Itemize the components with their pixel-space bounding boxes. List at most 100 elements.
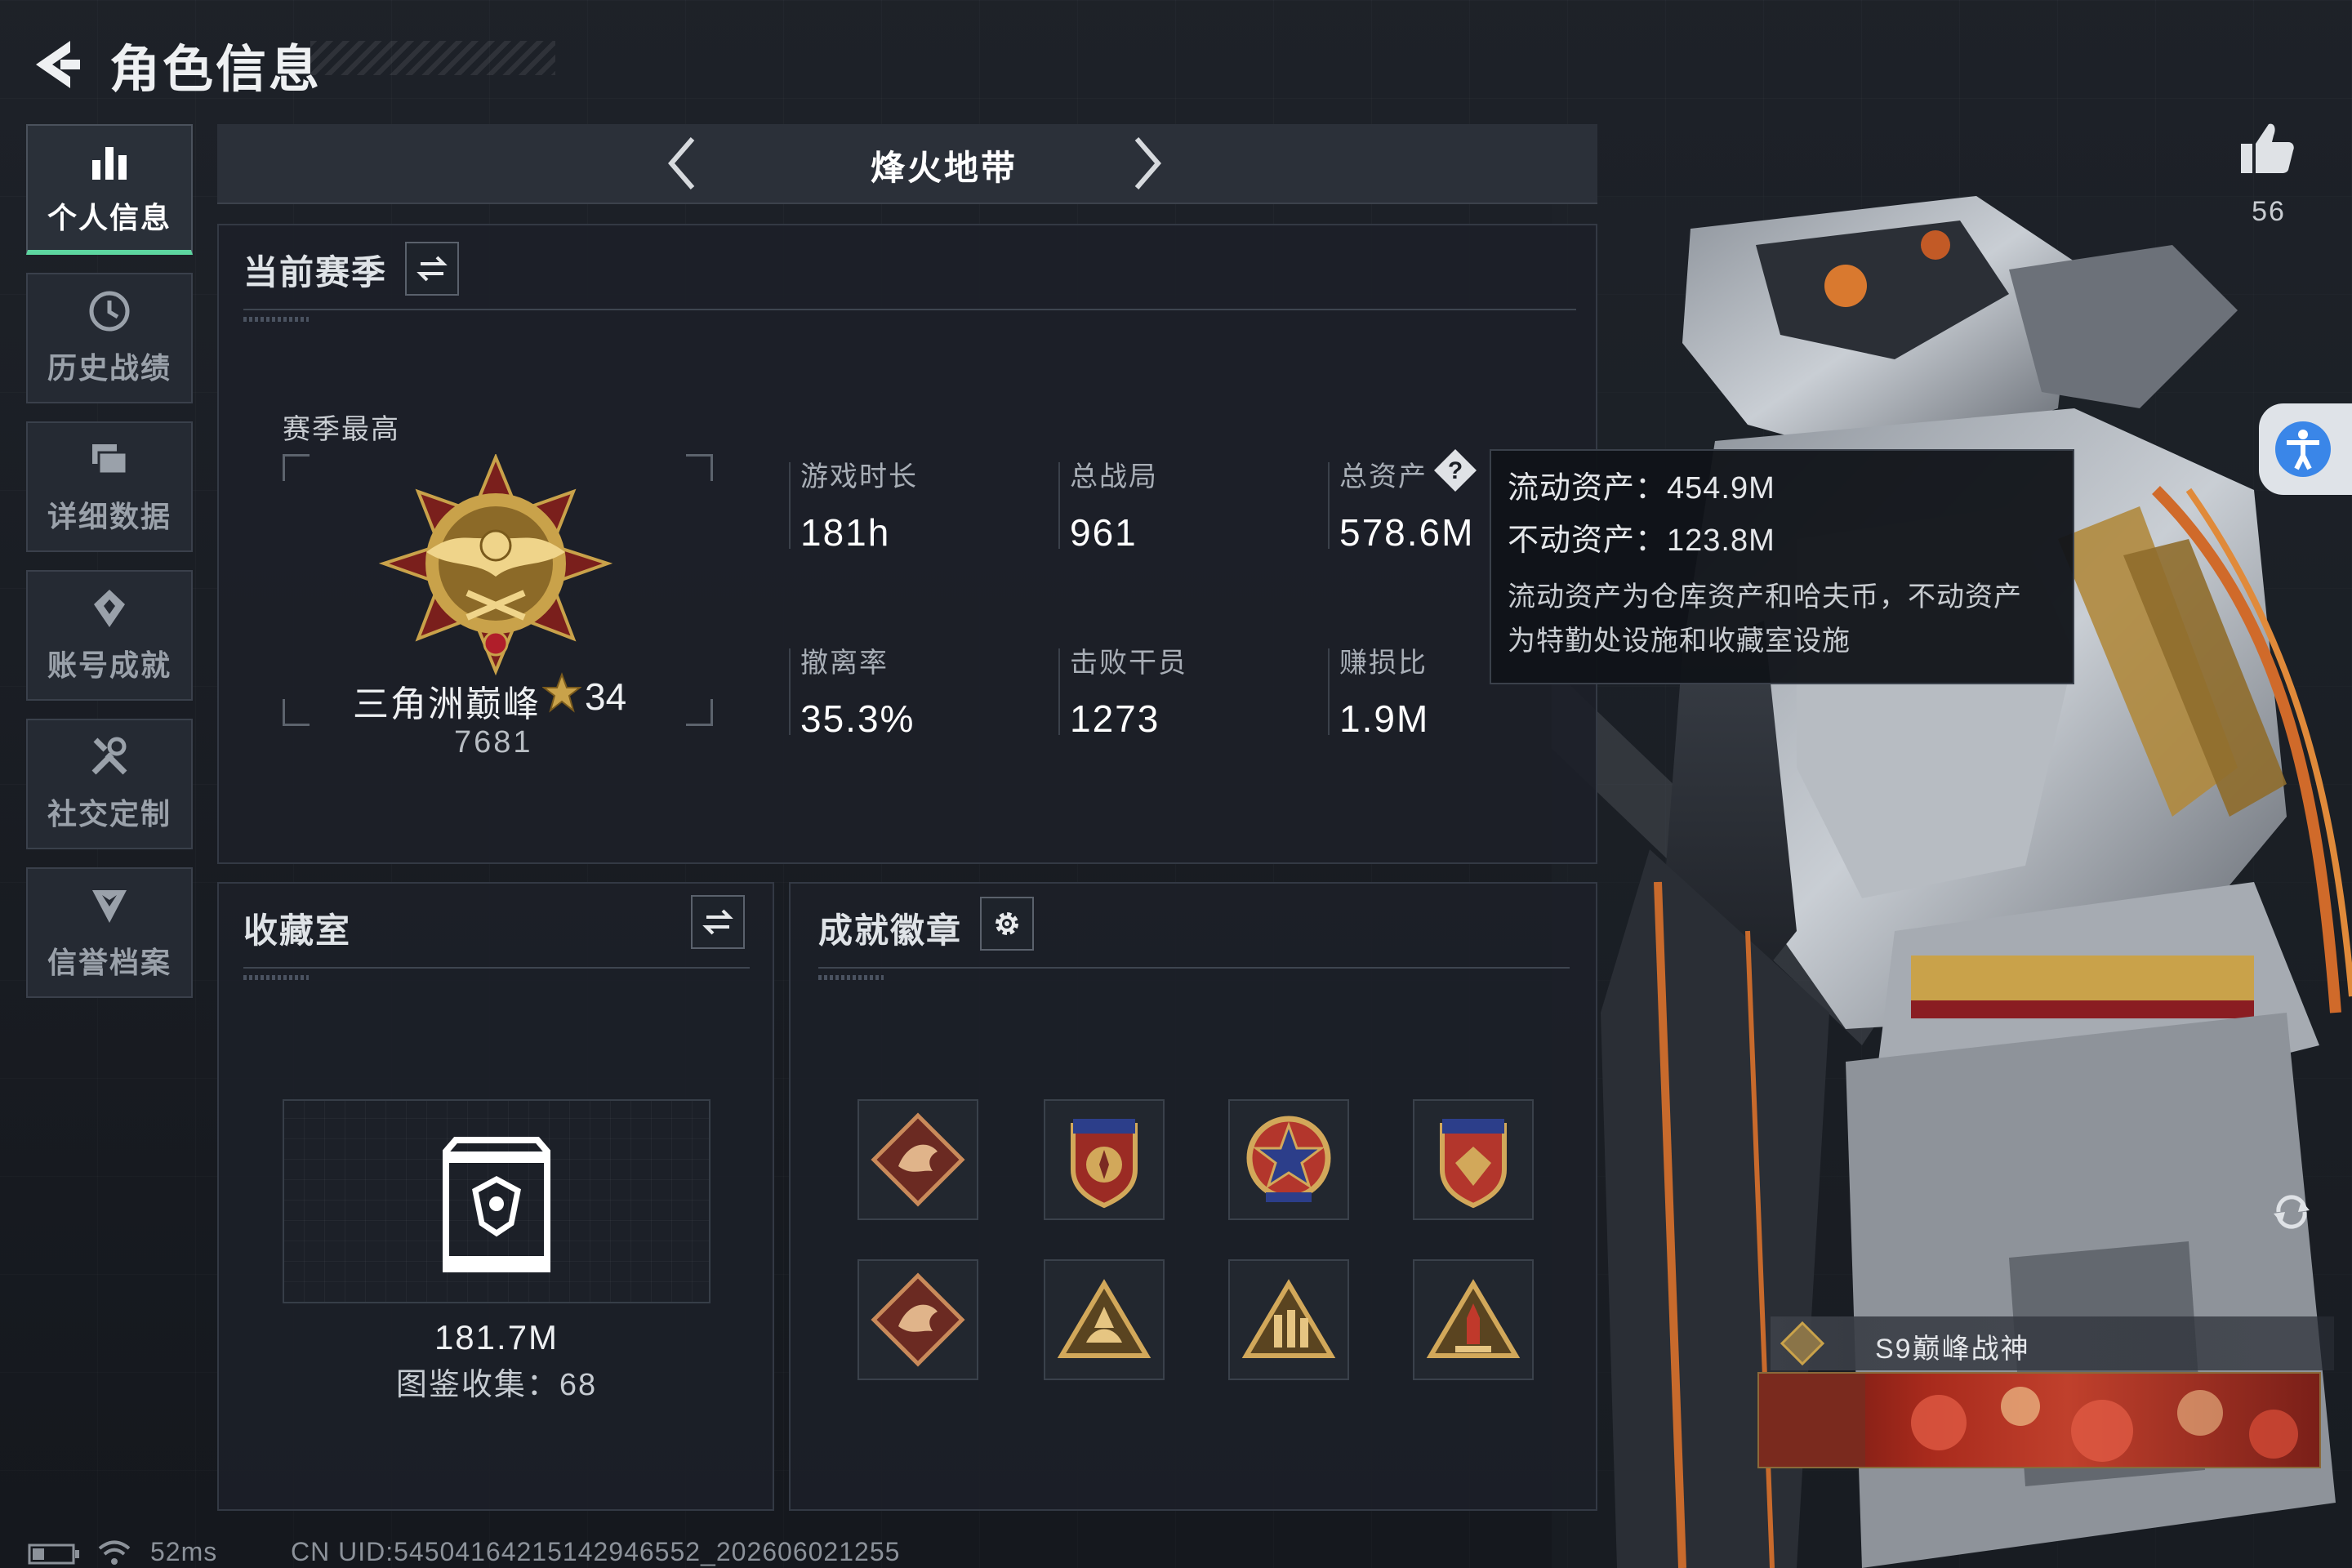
stat-divider [1328, 462, 1330, 549]
triangle-rocket-badge-icon [1426, 1279, 1521, 1358]
chevron-right-icon [1134, 137, 1161, 189]
question-diamond-icon: ? [1434, 449, 1477, 492]
rank-name: 三角洲巅峰 [353, 684, 541, 724]
nav-item-social-custom[interactable]: 社交定制 [26, 719, 193, 849]
tools-icon [91, 737, 127, 775]
badge-slot[interactable] [1413, 1259, 1534, 1380]
nav-item-personal-info[interactable]: 个人信息 [26, 124, 193, 255]
svg-text:?: ? [1448, 457, 1463, 484]
dragon-diamond-badge-icon [871, 1272, 965, 1367]
star-medal-badge-icon [1246, 1116, 1331, 1202]
gear-icon [996, 912, 1018, 935]
stat-value: 578.6M [1339, 511, 1475, 554]
badge-slot[interactable] [1228, 1259, 1349, 1380]
mode-tab-bar: 烽火地带 [217, 124, 1597, 204]
nav-item-label: 账号成就 [47, 648, 172, 682]
rank-star-icon [542, 672, 581, 713]
season-panel-title: 当前赛季 [243, 253, 388, 292]
stat-extract-rate: 撤离率 35.3% [789, 640, 915, 741]
next-mode-button[interactable] [1114, 132, 1176, 194]
history-clock-icon [89, 291, 130, 332]
player-uid: CN UID:5450416421514294655­2_20260602125… [291, 1537, 901, 1566]
stat-label: 游戏时长 [800, 461, 918, 492]
shield-stars-badge-icon [1071, 1119, 1138, 1209]
badge-slot[interactable] [858, 1099, 978, 1220]
folders-icon [92, 444, 128, 475]
frame-corner [686, 699, 713, 726]
stat-divider [789, 462, 791, 549]
title-emblem-icon [1780, 1321, 1825, 1366]
back-arrow-icon [36, 41, 80, 88]
triangle-soldiers-badge-icon [1241, 1279, 1336, 1358]
mode-title: 烽火地带 [870, 149, 1018, 187]
display-case-icon [443, 1137, 550, 1272]
stat-value: 35.3% [800, 697, 915, 740]
assets-help-button[interactable]: ? [1432, 448, 1478, 493]
like-count: 56 [2252, 196, 2286, 227]
stat-value: 1273 [1070, 697, 1160, 740]
nav-item-label: 历史战绩 [47, 351, 172, 385]
page-title: 角色信息 [109, 42, 323, 98]
badge-slot[interactable] [858, 1259, 978, 1380]
season-best-label: 赛季最高 [283, 414, 400, 445]
network-ping: 52ms [150, 1537, 218, 1566]
nav-item-label: 社交定制 [47, 797, 172, 831]
badge-slot[interactable] [1044, 1259, 1165, 1380]
title-decoration [310, 41, 555, 75]
shield-stars-red-badge-icon [1440, 1119, 1507, 1209]
rotate-icon [2274, 1195, 2310, 1229]
collection-display-case[interactable] [283, 1099, 710, 1303]
stat-label: 撤离率 [800, 648, 889, 679]
rank-level: 34 [585, 675, 627, 718]
back-button[interactable] [28, 36, 85, 93]
badges-settings-button[interactable] [980, 897, 1034, 951]
rank-emblem-icon [378, 454, 613, 676]
swap-arrows-icon [702, 909, 733, 935]
stat-label: 赚损比 [1339, 648, 1428, 679]
thumbs-up-icon [2241, 123, 2294, 173]
player-title-tag [1771, 1316, 2334, 1370]
collection-switch-button[interactable] [691, 895, 745, 949]
player-card-banner [1757, 1372, 2321, 1468]
badges-title-decoration [818, 975, 884, 980]
nav-item-achievements[interactable]: 账号成就 [26, 570, 193, 701]
collection-title-decoration [243, 975, 309, 980]
stat-divider [1328, 648, 1330, 735]
badge-slot[interactable] [1413, 1099, 1534, 1220]
badges-title-divider [818, 967, 1570, 969]
shield-chevron-icon [92, 890, 127, 923]
stat-total-matches: 总战局 961 [1058, 454, 1158, 555]
badge-slot[interactable] [1228, 1099, 1349, 1220]
frame-corner [283, 699, 310, 726]
accessibility-icon [2275, 421, 2331, 477]
rank-score: 7681 [454, 725, 533, 760]
stat-label: 击败干员 [1070, 648, 1187, 679]
assets-tooltip: 流动资产：454.9M 不动资产：123.8M 流动资产为仓库资产和哈夫币，不动… [1490, 449, 2074, 684]
nav-item-history[interactable]: 历史战绩 [26, 273, 193, 403]
rotate-model-button[interactable] [2269, 1189, 2314, 1235]
assets-description: 流动资产为仓库资产和哈夫币，不动资产为特勤处设施和收藏室设施 [1508, 581, 2022, 657]
collection-title-divider [243, 967, 750, 969]
player-title-name: S9巅峰战神 [1875, 1334, 2030, 1365]
collection-panel-title: 收藏室 [243, 911, 352, 950]
collection-value: 181.7M [434, 1318, 559, 1356]
season-title-decoration [243, 317, 309, 322]
badges-panel-title: 成就徽章 [818, 911, 963, 950]
swap-arrows-icon [416, 256, 448, 282]
accessibility-button[interactable] [2259, 403, 2352, 495]
fixed-assets-text: 不动资产：123.8M [1508, 523, 1775, 558]
season-switch-button[interactable] [405, 242, 459, 296]
nav-item-detailed-data[interactable]: 详细数据 [26, 421, 193, 552]
prev-mode-button[interactable] [653, 132, 715, 194]
battery-icon [28, 1544, 79, 1565]
stat-value: 181h [800, 511, 891, 554]
wifi-icon [98, 1540, 131, 1565]
liquid-assets-text: 流动资产：454.9M [1508, 471, 1775, 506]
stat-divider [1058, 648, 1060, 735]
like-button[interactable] [2236, 118, 2298, 180]
nav-item-label: 详细数据 [47, 500, 172, 533]
frame-corner [686, 454, 713, 481]
badge-slot[interactable] [1044, 1099, 1165, 1220]
bar-chart-icon [92, 147, 127, 180]
nav-item-credit-record[interactable]: 信誉档案 [26, 867, 193, 998]
